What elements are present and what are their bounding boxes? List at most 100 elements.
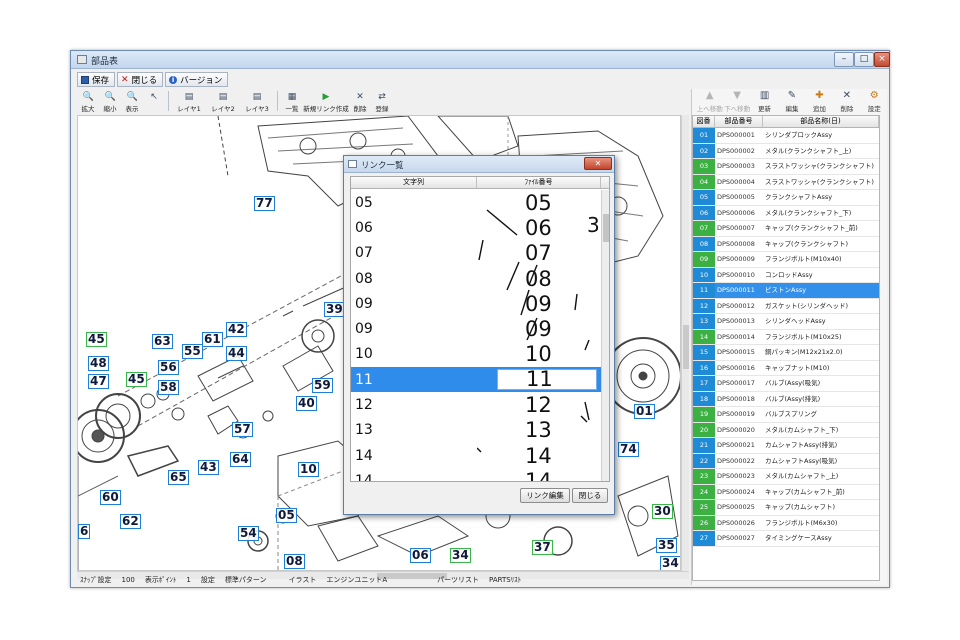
- callout-48[interactable]: 48: [88, 356, 109, 371]
- link-row[interactable]: 08 08: [351, 266, 601, 291]
- list-button[interactable]: ▦ 一覧: [281, 91, 303, 113]
- callout-62[interactable]: 62: [120, 514, 141, 529]
- parts-list-row[interactable]: 18 DPS000018 バルブ(Assy(排気): [693, 391, 879, 407]
- callout-55[interactable]: 55: [182, 344, 203, 359]
- header-fig-no[interactable]: 図番: [693, 116, 715, 127]
- parts-list-row[interactable]: 09 DPS000009 フランジボルト(M10x40): [693, 252, 879, 268]
- callout-30[interactable]: 30: [652, 504, 673, 519]
- callout-74[interactable]: 74: [618, 442, 639, 457]
- callout-59[interactable]: 59: [312, 378, 333, 393]
- layer2-button[interactable]: ▤ レイヤ2: [206, 91, 240, 113]
- zoom-out-button[interactable]: 🔍 縮小: [99, 91, 121, 113]
- callout-54[interactable]: 54: [238, 526, 259, 541]
- parts-list-row[interactable]: 08 DPS000008 キャップ(クランクシャフト): [693, 236, 879, 252]
- dialog-close-icon[interactable]: ✕: [584, 157, 612, 170]
- parts-list-row[interactable]: 13 DPS000013 シリンダヘッドAssy: [693, 314, 879, 330]
- link-row[interactable]: 14 14: [351, 468, 601, 481]
- parts-list-row[interactable]: 04 DPS000004 スラストワッシャ(クランクシャフト): [693, 174, 879, 190]
- parts-list-row[interactable]: 23 DPS000023 メタル(カムシャフト_上): [693, 469, 879, 485]
- link-row[interactable]: 05 05: [351, 190, 601, 215]
- callout-37[interactable]: 37: [532, 540, 553, 555]
- delete-row-button[interactable]: ✕ 削除: [833, 89, 860, 113]
- edit-button[interactable]: ✎ 編集: [778, 89, 805, 113]
- header-part-no[interactable]: 部品番号: [715, 116, 763, 127]
- parts-list-row[interactable]: 15 DPS000015 銅パッキン(M12x21x2.0): [693, 345, 879, 361]
- callout-57[interactable]: 57: [232, 422, 253, 437]
- new-link-button[interactable]: ▶ 新規リンク作成: [303, 91, 349, 113]
- parts-list[interactable]: 図番 部品番号 部品名称(日) 01 DPS000001 シリンダブロックAssy 0…: [692, 115, 880, 581]
- link-row[interactable]: 13 13: [351, 418, 601, 443]
- parts-list-row[interactable]: 12 DPS000012 ガスケット(シリンダヘッド): [693, 298, 879, 314]
- header-file-no[interactable]: ﾌｧｲﾙ番号: [477, 177, 601, 188]
- parts-list-row[interactable]: 01 DPS000001 シリンダブロックAssy: [693, 128, 879, 144]
- header-string[interactable]: 文字列: [351, 177, 477, 188]
- pointer-button[interactable]: ↖: [143, 91, 165, 113]
- dialog-title-bar[interactable]: リンク一覧 ✕: [344, 156, 614, 173]
- callout-45a[interactable]: 45: [86, 332, 107, 347]
- link-row[interactable]: 09 09: [351, 316, 601, 341]
- minimize-button[interactable]: –: [834, 52, 854, 67]
- link-row[interactable]: 09 09: [351, 291, 601, 316]
- callout-10[interactable]: 10: [298, 462, 319, 477]
- scroll-thumb[interactable]: [603, 214, 609, 242]
- canvas-vertical-scrollbar[interactable]: [681, 115, 689, 571]
- link-list-scrollbar[interactable]: [601, 190, 609, 481]
- callout-39[interactable]: 39: [324, 302, 345, 317]
- callout-01[interactable]: 01: [634, 404, 655, 419]
- link-list[interactable]: 文字列 ﾌｧｲﾙ番号 05 05 06 06 07 07 08 08 09 09 09 09 10 10 1…: [350, 176, 610, 482]
- parts-list-scrollbar[interactable]: [879, 116, 880, 581]
- parts-list-row[interactable]: 14 DPS000014 フランジボルト(M10x25): [693, 329, 879, 345]
- parts-list-row[interactable]: 19 DPS000019 バルブスプリング: [693, 407, 879, 423]
- parts-list-row[interactable]: 26 DPS000026 フランジボルト(M6x30): [693, 515, 879, 531]
- callout-63[interactable]: 63: [152, 334, 173, 349]
- save-button[interactable]: 保存: [77, 72, 116, 87]
- callout-60[interactable]: 60: [100, 490, 121, 505]
- dialog-close-button[interactable]: 閉じる: [572, 488, 608, 503]
- delete-link-button[interactable]: ✕ 削除: [349, 91, 371, 113]
- parts-list-row[interactable]: 16 DPS000016 キャップナット(M10): [693, 360, 879, 376]
- callout-47[interactable]: 47: [88, 374, 109, 389]
- title-bar[interactable]: 部品表 – □ ×: [71, 51, 890, 69]
- link-row[interactable]: 14 14: [351, 443, 601, 468]
- layer1-button[interactable]: ▤ レイヤ1: [172, 91, 206, 113]
- close-window-button[interactable]: ×: [874, 52, 890, 67]
- zoom-in-button[interactable]: 🔍 拡大: [77, 91, 99, 113]
- parts-list-row[interactable]: 07 DPS000007 キャップ(クランクシャフト_前): [693, 221, 879, 237]
- link-row[interactable]: 07 07: [351, 241, 601, 266]
- callout-35[interactable]: 35: [656, 538, 677, 553]
- refresh-button[interactable]: ▥ 更新: [751, 89, 778, 113]
- callout-45b[interactable]: 45: [126, 372, 147, 387]
- callout-05[interactable]: 05: [276, 508, 297, 523]
- callout-58[interactable]: 58: [158, 380, 179, 395]
- layer3-button[interactable]: ▤ レイヤ3: [240, 91, 274, 113]
- parts-list-row[interactable]: 17 DPS000017 バルブ(Assy(吸気): [693, 376, 879, 392]
- parts-list-row[interactable]: 20 DPS000020 メタル(カムシャフト_下): [693, 422, 879, 438]
- link-row[interactable]: 11 11: [351, 367, 601, 393]
- link-row[interactable]: 12 12: [351, 392, 601, 417]
- callout-64[interactable]: 64: [230, 452, 251, 467]
- parts-list-row[interactable]: 02 DPS000002 メタル(クランクシャフト_上): [693, 143, 879, 159]
- parts-list-row[interactable]: 25 DPS000025 キャップ(カムシャフト): [693, 500, 879, 516]
- add-button[interactable]: ✚ 追加: [806, 89, 833, 113]
- parts-list-row[interactable]: 24 DPS000024 キャップ(カムシャフト_前): [693, 484, 879, 500]
- settings-button[interactable]: ⚙ 設定: [861, 89, 888, 113]
- parts-list-row[interactable]: 10 DPS000010 コンロッドAssy: [693, 267, 879, 283]
- callout-42[interactable]: 42: [226, 322, 247, 337]
- callout-44[interactable]: 44: [226, 346, 247, 361]
- callout-56[interactable]: 56: [158, 360, 179, 375]
- callout-34b[interactable]: 34: [660, 556, 680, 570]
- callout-65[interactable]: 65: [168, 470, 189, 485]
- maximize-button[interactable]: □: [854, 52, 874, 67]
- callout-34a[interactable]: 34: [450, 548, 471, 563]
- parts-list-row[interactable]: 11 DPS000011 ピストンAssy: [693, 283, 879, 299]
- move-up-button[interactable]: ▲ 上へ移動: [696, 89, 723, 113]
- parts-list-row[interactable]: 27 DPS000027 タイミングケースAssy: [693, 531, 879, 547]
- header-part-name[interactable]: 部品名称(日): [763, 116, 879, 127]
- view-button[interactable]: 🔍 表示: [121, 91, 143, 113]
- callout-61[interactable]: 61: [202, 332, 223, 347]
- callout-40[interactable]: 40: [296, 396, 317, 411]
- parts-list-row[interactable]: 03 DPS000003 スラストワッシャ(クランクシャフト): [693, 159, 879, 175]
- callout-43[interactable]: 43: [198, 460, 219, 475]
- callout-77[interactable]: 77: [254, 196, 275, 211]
- close-button[interactable]: ✕ 閉じる: [117, 72, 164, 87]
